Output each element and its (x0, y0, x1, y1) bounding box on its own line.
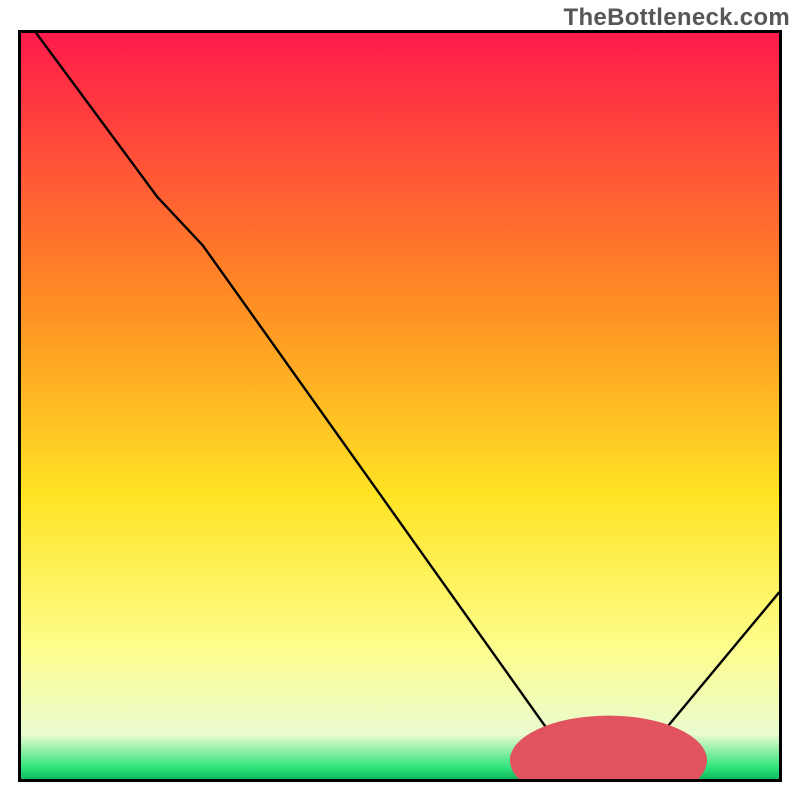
chart-background (21, 33, 779, 779)
plot-area (18, 30, 782, 782)
watermark-text: TheBottleneck.com (564, 4, 790, 32)
chart-svg (21, 33, 779, 779)
chart-container: TheBottleneck.com (0, 0, 800, 800)
